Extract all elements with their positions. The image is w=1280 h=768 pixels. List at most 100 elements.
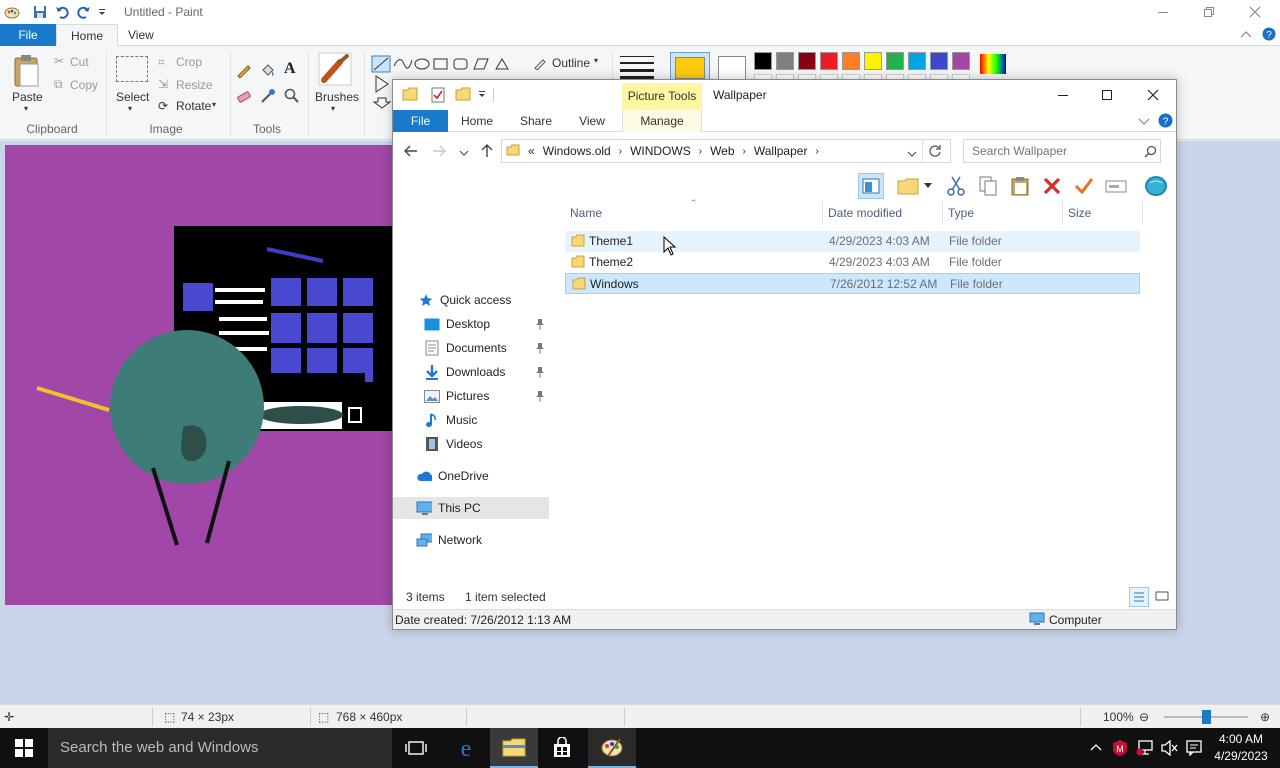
- search-input[interactable]: [964, 140, 1134, 162]
- recent-locations-icon[interactable]: [459, 146, 469, 160]
- customize-qat-dropdown-icon[interactable]: [477, 89, 487, 103]
- paint-restore-button[interactable]: [1186, 0, 1232, 24]
- palette-swatch[interactable]: [776, 52, 794, 70]
- explorer-tab-file[interactable]: File: [393, 110, 448, 132]
- nav-this-pc[interactable]: This PC: [393, 497, 549, 519]
- explorer-close-button[interactable]: [1130, 80, 1176, 110]
- palette-swatch[interactable]: [908, 52, 926, 70]
- nav-network[interactable]: Network: [393, 529, 549, 551]
- nav-documents[interactable]: Documents: [393, 337, 549, 359]
- select-icon[interactable]: [116, 56, 148, 82]
- nav-downloads[interactable]: Downloads: [393, 361, 549, 383]
- breadcrumb-windows-old[interactable]: Windows.old: [543, 144, 611, 158]
- column-header-size[interactable]: Size: [1063, 201, 1143, 225]
- breadcrumb-chevron-icon[interactable]: ›: [619, 146, 622, 157]
- breadcrumb-wallpaper[interactable]: Wallpaper: [754, 144, 808, 158]
- outline-button[interactable]: Outline: [552, 56, 590, 70]
- save-icon[interactable]: [32, 4, 48, 20]
- paste-icon[interactable]: [12, 54, 42, 91]
- magnifier-icon[interactable]: [284, 88, 300, 107]
- start-button[interactable]: [0, 728, 48, 768]
- breadcrumb-chevron-icon[interactable]: ›: [699, 146, 702, 157]
- explorer-tab-view[interactable]: View: [571, 110, 613, 132]
- palette-swatch[interactable]: [864, 52, 882, 70]
- explorer-maximize-button[interactable]: [1084, 80, 1130, 110]
- palette-swatch[interactable]: [952, 52, 970, 70]
- outline-dropdown-icon[interactable]: ▾: [594, 56, 598, 65]
- refresh-icon[interactable]: [928, 144, 942, 161]
- paint-app-icon[interactable]: [4, 4, 20, 20]
- address-dropdown-icon[interactable]: [907, 147, 917, 161]
- properties-icon[interactable]: [431, 87, 445, 106]
- nav-music[interactable]: Music: [393, 409, 549, 431]
- action-center-icon[interactable]: [1186, 740, 1202, 759]
- breadcrumb-web[interactable]: Web: [710, 144, 734, 158]
- pin-icon[interactable]: [535, 390, 545, 402]
- search-icon[interactable]: [1144, 145, 1157, 161]
- show-hidden-icons-icon[interactable]: [1090, 741, 1102, 755]
- pin-icon[interactable]: [535, 366, 545, 378]
- rename-check-icon[interactable]: [1071, 173, 1097, 199]
- zoom-slider-thumb[interactable]: [1202, 710, 1211, 724]
- volume-muted-icon[interactable]: [1160, 739, 1178, 759]
- fill-icon[interactable]: [260, 62, 276, 81]
- large-icons-view-icon[interactable]: [1153, 587, 1173, 607]
- search-box[interactable]: [963, 139, 1161, 163]
- column-header-name[interactable]: Name: [565, 201, 823, 225]
- customize-qat-icon[interactable]: [94, 4, 110, 20]
- pin-icon[interactable]: [535, 342, 545, 354]
- file-row-theme1[interactable]: Theme1 4/29/2023 4:03 AM File folder: [565, 231, 1140, 252]
- breadcrumb-chevron-icon[interactable]: ›: [815, 146, 818, 157]
- pencil-icon[interactable]: [236, 62, 252, 81]
- color-picker-icon[interactable]: [260, 88, 276, 107]
- zoom-out-button[interactable]: ⊖: [1139, 705, 1149, 729]
- palette-swatch[interactable]: [754, 52, 772, 70]
- palette-swatch[interactable]: [886, 52, 904, 70]
- explorer-minimize-button[interactable]: [1040, 80, 1086, 110]
- text-tool-icon[interactable]: A: [284, 60, 296, 78]
- minimize-ribbon-icon[interactable]: [1240, 28, 1252, 42]
- palette-swatch[interactable]: [842, 52, 860, 70]
- copy-icon[interactable]: [975, 173, 1001, 199]
- organize-dropdown-icon[interactable]: [921, 173, 935, 199]
- network-status-icon[interactable]: [1136, 740, 1154, 759]
- undo-icon[interactable]: [54, 4, 70, 20]
- paint-minimize-button[interactable]: [1140, 0, 1186, 24]
- explorer-tab-home[interactable]: Home: [454, 110, 500, 132]
- delete-icon[interactable]: [1039, 173, 1065, 199]
- paint-taskbar-icon[interactable]: [588, 728, 636, 768]
- rotate-dropdown-icon[interactable]: ▾: [212, 100, 216, 109]
- paste-button[interactable]: Paste: [12, 90, 43, 104]
- rename-icon[interactable]: [1103, 173, 1129, 199]
- column-header-type[interactable]: Type: [943, 201, 1063, 225]
- task-view-icon[interactable]: [392, 728, 440, 768]
- nav-onedrive[interactable]: OneDrive: [393, 465, 549, 487]
- copy-button[interactable]: Copy: [70, 78, 98, 92]
- file-row-windows[interactable]: Windows 7/26/2012 12:52 AM File folder: [565, 273, 1140, 294]
- file-row-theme2[interactable]: Theme2 4/29/2023 4:03 AM File folder: [565, 252, 1140, 273]
- pin-icon[interactable]: [535, 318, 545, 330]
- nav-desktop[interactable]: Desktop: [393, 313, 549, 335]
- address-overflow[interactable]: «: [528, 144, 535, 158]
- file-explorer-taskbar-icon[interactable]: [490, 728, 538, 768]
- column-header-date[interactable]: Date modified: [823, 201, 943, 225]
- paint-tab-home[interactable]: Home: [56, 24, 119, 47]
- cut-button[interactable]: Cut: [70, 55, 89, 69]
- explorer-help-icon[interactable]: ?: [1158, 113, 1173, 131]
- paint-tab-view[interactable]: View: [114, 24, 168, 46]
- forward-icon[interactable]: [431, 143, 447, 162]
- folder-icon[interactable]: [402, 87, 418, 104]
- address-bar[interactable]: « Windows.old › WINDOWS › Web › Wallpape…: [501, 139, 951, 163]
- edge-browser-icon[interactable]: e: [442, 728, 490, 768]
- paint-close-button[interactable]: [1232, 0, 1278, 24]
- new-folder-icon[interactable]: [455, 87, 471, 104]
- details-view-icon[interactable]: [1129, 587, 1149, 607]
- edit-colors-icon[interactable]: [978, 52, 1008, 82]
- brushes-button[interactable]: Brushes: [315, 90, 359, 104]
- palette-swatch[interactable]: [930, 52, 948, 70]
- store-icon[interactable]: [538, 728, 586, 768]
- eraser-icon[interactable]: [236, 88, 252, 107]
- organize-folder-icon[interactable]: [895, 173, 921, 199]
- nav-videos[interactable]: Videos: [393, 433, 549, 455]
- brushes-icon[interactable]: [318, 52, 352, 89]
